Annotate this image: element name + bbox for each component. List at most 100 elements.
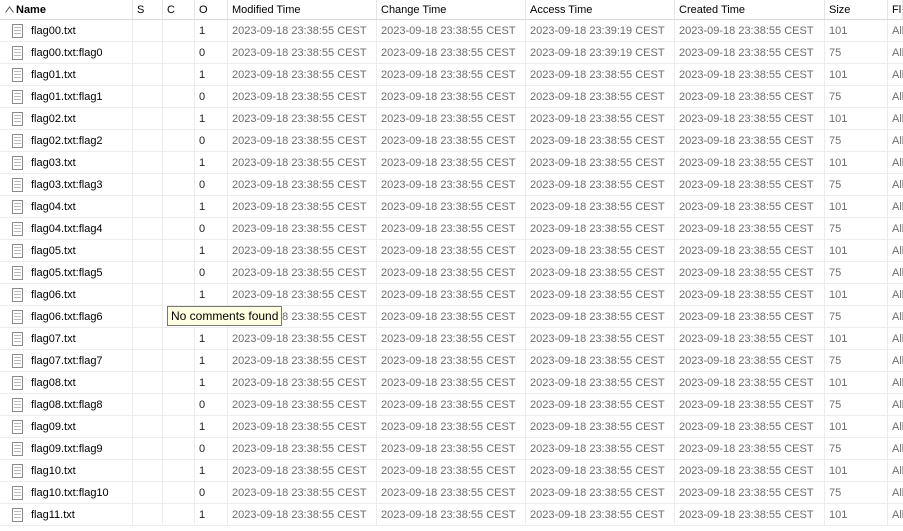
modified-time-cell-text: 2023-09-18 23:38:55 CEST (232, 266, 367, 279)
access-time-cell: 2023-09-18 23:38:55 CEST (526, 130, 675, 151)
access-time-cell: 2023-09-18 23:38:55 CEST (526, 504, 675, 525)
created-time-cell: 2023-09-18 23:38:55 CEST (675, 306, 825, 327)
table-row[interactable]: flag03.txt 1 2023-09-18 23:38:55 CEST 2023-… (0, 152, 903, 174)
column-header-modified-time[interactable]: Modified Time (228, 0, 377, 19)
c-cell (163, 328, 195, 349)
o-cell-text: 1 (199, 68, 206, 81)
created-time-cell: 2023-09-18 23:38:55 CEST (675, 504, 825, 525)
text-file-icon (12, 375, 23, 390)
access-time-cell-text: 2023-09-18 23:38:55 CEST (530, 332, 665, 345)
modified-time-cell-text: 2023-09-18 23:38:55 CEST (232, 332, 367, 345)
table-row[interactable]: flag09.txt:flag9 0 2023-09-18 23:38:55 CES… (0, 438, 903, 460)
table-row[interactable]: flag00.txt 1 2023-09-18 23:38:55 CEST 2023-… (0, 20, 903, 42)
change-time-cell: 2023-09-18 23:38:55 CEST (377, 196, 526, 217)
column-header-label: Created Time (679, 3, 746, 16)
flags-cell-text: All (892, 90, 903, 103)
column-header-o[interactable]: O (195, 0, 228, 19)
table-row[interactable]: flag10.txt:flag10 0 2023-09-18 23:38:55 CE… (0, 482, 903, 504)
column-header-name[interactable]: Name (0, 0, 133, 19)
flags-cell: All (888, 20, 903, 41)
change-time-cell: 2023-09-18 23:38:55 CEST (377, 262, 526, 283)
column-header-label: S (137, 3, 145, 16)
file-name-cell-text: flag05.txt (31, 244, 76, 257)
table-row[interactable]: flag10.txt 1 2023-09-18 23:38:55 CEST 2023-… (0, 460, 903, 482)
table-row[interactable]: flag08.txt 1 2023-09-18 23:38:55 CEST 2023-… (0, 372, 903, 394)
c-cell (163, 64, 195, 85)
table-row[interactable]: flag05.txt 1 2023-09-18 23:38:55 CEST 2023-… (0, 240, 903, 262)
table-row[interactable]: flag04.txt 1 2023-09-18 23:38:55 CEST 2023-… (0, 196, 903, 218)
flags-cell-text: All (892, 156, 903, 169)
table-row[interactable]: flag03.txt:flag3 0 2023-09-18 23:38:55 CES… (0, 174, 903, 196)
file-name-cell-text: flag10.txt (31, 464, 76, 477)
file-name-cell: flag01.txt:flag1 (0, 86, 133, 107)
change-time-cell-text: 2023-09-18 23:38:55 CEST (381, 244, 516, 257)
size-cell-text: 101 (829, 420, 848, 433)
table-row[interactable]: flag05.txt:flag5 0 2023-09-18 23:38:55 CES… (0, 262, 903, 284)
s-cell (133, 218, 163, 239)
access-time-cell-text: 2023-09-18 23:38:55 CEST (530, 310, 665, 323)
flags-cell-text: All (892, 266, 903, 279)
flags-cell: All (888, 306, 903, 327)
table-row[interactable]: flag06.txt:flag602023-09-18 23:38:55 CES… (0, 306, 903, 328)
file-name-cell: flag00.txt (0, 20, 133, 41)
o-cell-text: 0 (199, 134, 206, 147)
c-cell (163, 240, 195, 261)
access-time-cell-text: 2023-09-18 23:38:55 CEST (530, 288, 665, 301)
column-header-s[interactable]: S (133, 0, 163, 19)
column-header-c[interactable]: C (163, 0, 195, 19)
created-time-cell: 2023-09-18 23:38:55 CEST (675, 394, 825, 415)
table-row[interactable]: flag02.txt 1 2023-09-18 23:38:55 CEST 2023-… (0, 108, 903, 130)
column-header-access-time[interactable]: Access Time (526, 0, 675, 19)
column-header-flags[interactable]: Fl (888, 0, 903, 19)
o-cell: 1 (195, 372, 228, 393)
table-row[interactable]: flag08.txt:flag8 0 2023-09-18 23:38:55 CES… (0, 394, 903, 416)
table-row[interactable]: flag00.txt:flag0 0 2023-09-18 23:38:55 CES… (0, 42, 903, 64)
modified-time-cell: 2023-09-18 23:38:55 CEST (228, 174, 377, 195)
modified-time-cell-text: 2023-09-18 23:38:55 CEST (232, 222, 367, 235)
access-time-cell: 2023-09-18 23:38:55 CEST (526, 196, 675, 217)
table-row[interactable]: flag09.txt 1 2023-09-18 23:38:55 CEST 2023-… (0, 416, 903, 438)
modified-time-cell-text: 2023-09-18 23:38:55 CEST (232, 178, 367, 191)
column-header-label: Modified Time (232, 3, 301, 16)
s-cell (133, 306, 163, 327)
o-cell-text: 0 (199, 486, 206, 499)
change-time-cell-text: 2023-09-18 23:38:55 CEST (381, 442, 516, 455)
flags-cell: All (888, 460, 903, 481)
text-file-icon (12, 287, 23, 302)
c-cell (163, 482, 195, 503)
table-row[interactable]: flag07.txt 1 2023-09-18 23:38:55 CEST 2023-… (0, 328, 903, 350)
table-row[interactable]: flag04.txt:flag4 0 2023-09-18 23:38:55 CES… (0, 218, 903, 240)
flags-cell: All (888, 438, 903, 459)
table-row[interactable]: flag06.txt 1 2023-09-18 23:38:55 CEST 2023-… (0, 284, 903, 306)
access-time-cell: 2023-09-18 23:38:55 CEST (526, 86, 675, 107)
column-header-size[interactable]: Size (825, 0, 888, 19)
table-row[interactable]: flag07.txt:flag7 1 2023-09-18 23:38:55 CES… (0, 350, 903, 372)
created-time-cell-text: 2023-09-18 23:38:55 CEST (679, 442, 814, 455)
size-cell: 75 (825, 42, 888, 63)
table-row[interactable]: flag02.txt:flag2 0 2023-09-18 23:38:55 CES… (0, 130, 903, 152)
column-header-change-time[interactable]: Change Time (377, 0, 526, 19)
file-name-cell: flag01.txt (0, 64, 133, 85)
column-header-created-time[interactable]: Created Time (675, 0, 825, 19)
table-row[interactable]: flag01.txt 1 2023-09-18 23:38:55 CEST 2023-… (0, 64, 903, 86)
modified-time-cell-text: 2023-09-18 23:38:55 CEST (232, 420, 367, 433)
flags-cell: All (888, 42, 903, 63)
modified-time-cell-text: 2023-09-18 23:38:55 CEST (232, 464, 367, 477)
sort-ascending-icon (5, 6, 14, 13)
o-cell-text: 0 (199, 442, 206, 455)
change-time-cell-text: 2023-09-18 23:38:55 CEST (381, 156, 516, 169)
c-cell (163, 20, 195, 41)
flags-cell: All (888, 86, 903, 107)
file-name-cell-text: flag10.txt:flag10 (31, 486, 109, 499)
table-row[interactable]: flag11.txt 1 2023-09-18 23:38:55 CEST 2023-… (0, 504, 903, 526)
size-cell: 75 (825, 86, 888, 107)
modified-time-cell-text: 2023-09-18 23:38:55 CEST (232, 134, 367, 147)
access-time-cell-text: 2023-09-18 23:38:55 CEST (530, 464, 665, 477)
size-cell: 75 (825, 482, 888, 503)
file-name-cell-text: flag00.txt:flag0 (31, 46, 103, 59)
flags-cell-text: All (892, 420, 903, 433)
file-name-cell-text: flag09.txt:flag9 (31, 442, 103, 455)
change-time-cell-text: 2023-09-18 23:38:55 CEST (381, 200, 516, 213)
table-row[interactable]: flag01.txt:flag1 0 2023-09-18 23:38:55 CES… (0, 86, 903, 108)
access-time-cell: 2023-09-18 23:38:55 CEST (526, 350, 675, 371)
